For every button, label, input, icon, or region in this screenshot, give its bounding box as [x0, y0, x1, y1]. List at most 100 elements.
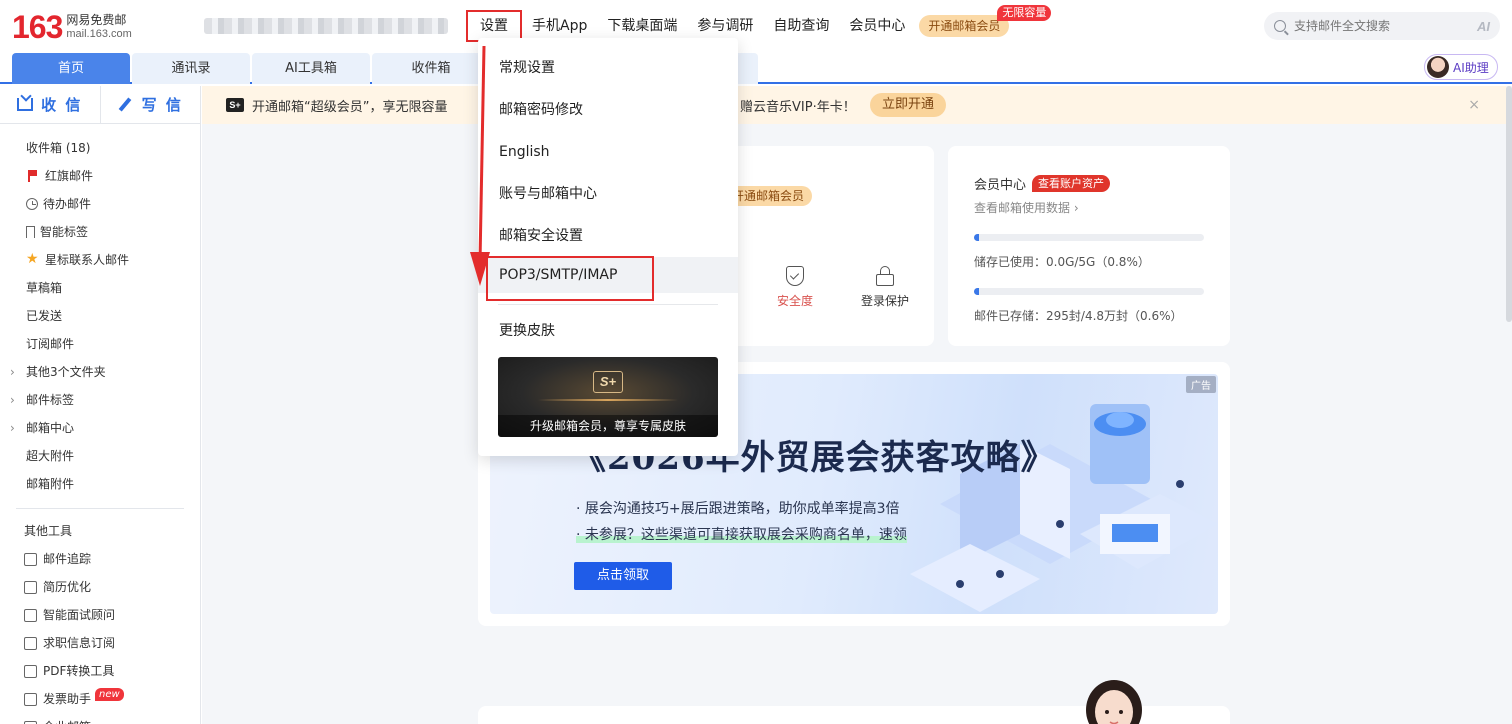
- pen-icon: [118, 98, 131, 111]
- tool-pdf-convert[interactable]: PDF转换工具: [0, 657, 200, 685]
- open-vip-chip[interactable]: 开通邮箱会员: [726, 186, 813, 206]
- member-center-card: 会员中心 查看账户资产 查看邮箱使用数据 › 储存已使用：0.0G/5G（0.8…: [948, 146, 1230, 346]
- mail-track-icon: [24, 552, 37, 566]
- bookmark-icon: [26, 226, 35, 238]
- open-now-button[interactable]: 立即开通: [870, 93, 947, 117]
- tool-interview[interactable]: 智能面试顾问: [0, 601, 200, 629]
- nav-member-center[interactable]: 会员中心: [839, 10, 915, 42]
- write-mail-label: 写 信: [141, 96, 183, 114]
- scrollbar-thumb[interactable]: [1506, 86, 1512, 322]
- mail-progress-bar: [974, 288, 1204, 295]
- building-icon: [24, 720, 37, 724]
- tool-job-subscription[interactable]: 求职信息订阅: [0, 629, 200, 657]
- folder-todo[interactable]: 待办邮件: [0, 190, 200, 218]
- menu-pop3-smtp-imap[interactable]: POP3/SMTP/IMAP: [478, 257, 738, 293]
- pdf-icon: [24, 664, 37, 678]
- super-vip-skin-logo: S+: [593, 371, 623, 393]
- tool-mail-tracking[interactable]: 邮件追踪: [0, 545, 200, 573]
- storage-progress-bar: [974, 234, 1204, 241]
- tool-label: PDF转换工具: [43, 664, 115, 678]
- tab-inbox[interactable]: 收件箱: [372, 53, 490, 84]
- menu-english[interactable]: English: [478, 131, 738, 173]
- settings-dropdown-menu: 常规设置 邮箱密码修改 English 账号与邮箱中心 邮箱安全设置 POP3/…: [478, 38, 738, 456]
- mail-progress-fill: [974, 288, 979, 295]
- view-assets-badge[interactable]: 查看账户资产: [1032, 175, 1111, 192]
- member-center-title: 会员中心 查看账户资产: [974, 174, 1206, 193]
- skin-promo-card[interactable]: S+ 升级邮箱会员，尊享专属皮肤: [498, 357, 718, 437]
- main-scrollbar[interactable]: [1506, 86, 1512, 724]
- star-icon: [26, 245, 40, 273]
- menu-change-skin[interactable]: 更换皮肤: [478, 310, 738, 352]
- tool-label: 简历优化: [43, 580, 92, 594]
- person-icon: [24, 608, 37, 622]
- clock-icon: [26, 198, 38, 210]
- invoice-icon: [24, 692, 37, 706]
- sidebar: 收 信 写 信 收件箱 (18) 红旗邮件 待办邮件 智能标签 星标联系人邮件 …: [0, 86, 201, 724]
- folder-smart-tags[interactable]: 智能标签: [0, 218, 200, 246]
- sidebar-divider: [16, 508, 184, 509]
- folder-drafts[interactable]: 草稿箱: [0, 274, 200, 302]
- folder-attachments[interactable]: 邮箱附件: [0, 470, 200, 498]
- write-mail-button[interactable]: 写 信: [101, 86, 201, 123]
- shield-icon: [786, 266, 804, 286]
- red-flag-icon: [26, 169, 40, 183]
- folder-label: 星标联系人邮件: [45, 253, 130, 267]
- login-protection-label: 登录保护: [860, 294, 909, 308]
- skin-caption: 升级邮箱会员，尊享专属皮肤: [498, 415, 718, 437]
- logo-number: 163: [12, 9, 63, 45]
- other-tools-heading: 其他工具: [0, 517, 200, 545]
- briefcase-icon: [24, 636, 37, 650]
- tool-invoice[interactable]: 发票助手 new: [0, 685, 200, 713]
- login-protection[interactable]: 登录保护: [850, 266, 920, 309]
- folder-label: 邮箱中心: [26, 421, 75, 435]
- menu-security-settings[interactable]: 邮箱安全设置: [478, 215, 738, 257]
- tab-bar: 首页 通讯录 AI工具箱 收件箱 AI助理: [0, 52, 1512, 84]
- open-vip-button[interactable]: 开通邮箱会员 无限容量: [919, 5, 1052, 37]
- menu-account-center[interactable]: 账号与邮箱中心: [478, 173, 738, 215]
- tool-enterprise-mail[interactable]: 企业邮箱: [0, 713, 200, 724]
- ad-label[interactable]: 广告: [1186, 376, 1216, 393]
- folder-large-attachments[interactable]: 超大附件: [0, 442, 200, 470]
- folder-mailbox-center[interactable]: › 邮箱中心: [0, 414, 200, 442]
- document-icon: [24, 580, 37, 594]
- blurred-account-address: [204, 18, 448, 34]
- search-box[interactable]: AI: [1264, 12, 1500, 40]
- folder-other-folders[interactable]: › 其他3个文件夹: [0, 358, 200, 386]
- tab-contacts[interactable]: 通讯录: [132, 53, 250, 84]
- tab-overflow-chevron[interactable]: [736, 53, 758, 84]
- search-input[interactable]: [1294, 19, 1444, 33]
- folder-mail-labels[interactable]: › 邮件标签: [0, 386, 200, 414]
- folder-label: 收件箱 (18): [26, 141, 91, 155]
- nav-self-query[interactable]: 自助查询: [763, 10, 839, 42]
- tab-home[interactable]: 首页: [12, 53, 130, 84]
- folder-sent[interactable]: 已发送: [0, 302, 200, 330]
- open-vip-label: 开通邮箱会员: [928, 19, 1001, 33]
- folder-label: 邮件标签: [26, 393, 75, 407]
- logo[interactable]: 163 网易免费邮 mail.163.com: [12, 10, 132, 44]
- ai-search-icon[interactable]: AI: [1477, 19, 1490, 34]
- folder-red-flag[interactable]: 红旗邮件: [0, 162, 200, 190]
- folder-label: 超大附件: [26, 449, 75, 463]
- banner-line-2: · 未参展？这些渠道可直接获取展会采购商名单，速领: [576, 524, 907, 544]
- claim-button[interactable]: 点击领取: [574, 562, 672, 590]
- menu-general-settings[interactable]: 常规设置: [478, 47, 738, 89]
- top-header: 163 网易免费邮 mail.163.com 设置 手机App 下载桌面端 参与…: [0, 0, 1512, 52]
- ai-assistant-button[interactable]: AI助理: [1424, 54, 1498, 80]
- menu-change-password[interactable]: 邮箱密码修改: [478, 89, 738, 131]
- tab-ai-toolbox[interactable]: AI工具箱: [252, 53, 370, 84]
- tool-label: 发票助手: [43, 692, 92, 706]
- folder-inbox[interactable]: 收件箱 (18): [0, 134, 200, 162]
- storage-progress-fill: [974, 234, 979, 241]
- security-score[interactable]: 安全度: [760, 266, 830, 309]
- tool-label: 企业邮箱: [43, 713, 91, 724]
- folder-label: 邮箱附件: [26, 477, 75, 491]
- tool-resume[interactable]: 简历优化: [0, 573, 200, 601]
- close-icon[interactable]: ×: [1468, 97, 1480, 113]
- folder-subscriptions[interactable]: 订阅邮件: [0, 330, 200, 358]
- receive-mail-label: 收 信: [41, 96, 83, 114]
- usage-data-link[interactable]: 查看邮箱使用数据 ›: [974, 199, 1206, 216]
- receive-mail-button[interactable]: 收 信: [0, 86, 101, 123]
- folder-starred-contacts[interactable]: 星标联系人邮件: [0, 245, 200, 274]
- super-vip-logo: S+: [226, 98, 244, 112]
- tool-label: 智能面试顾问: [43, 608, 116, 622]
